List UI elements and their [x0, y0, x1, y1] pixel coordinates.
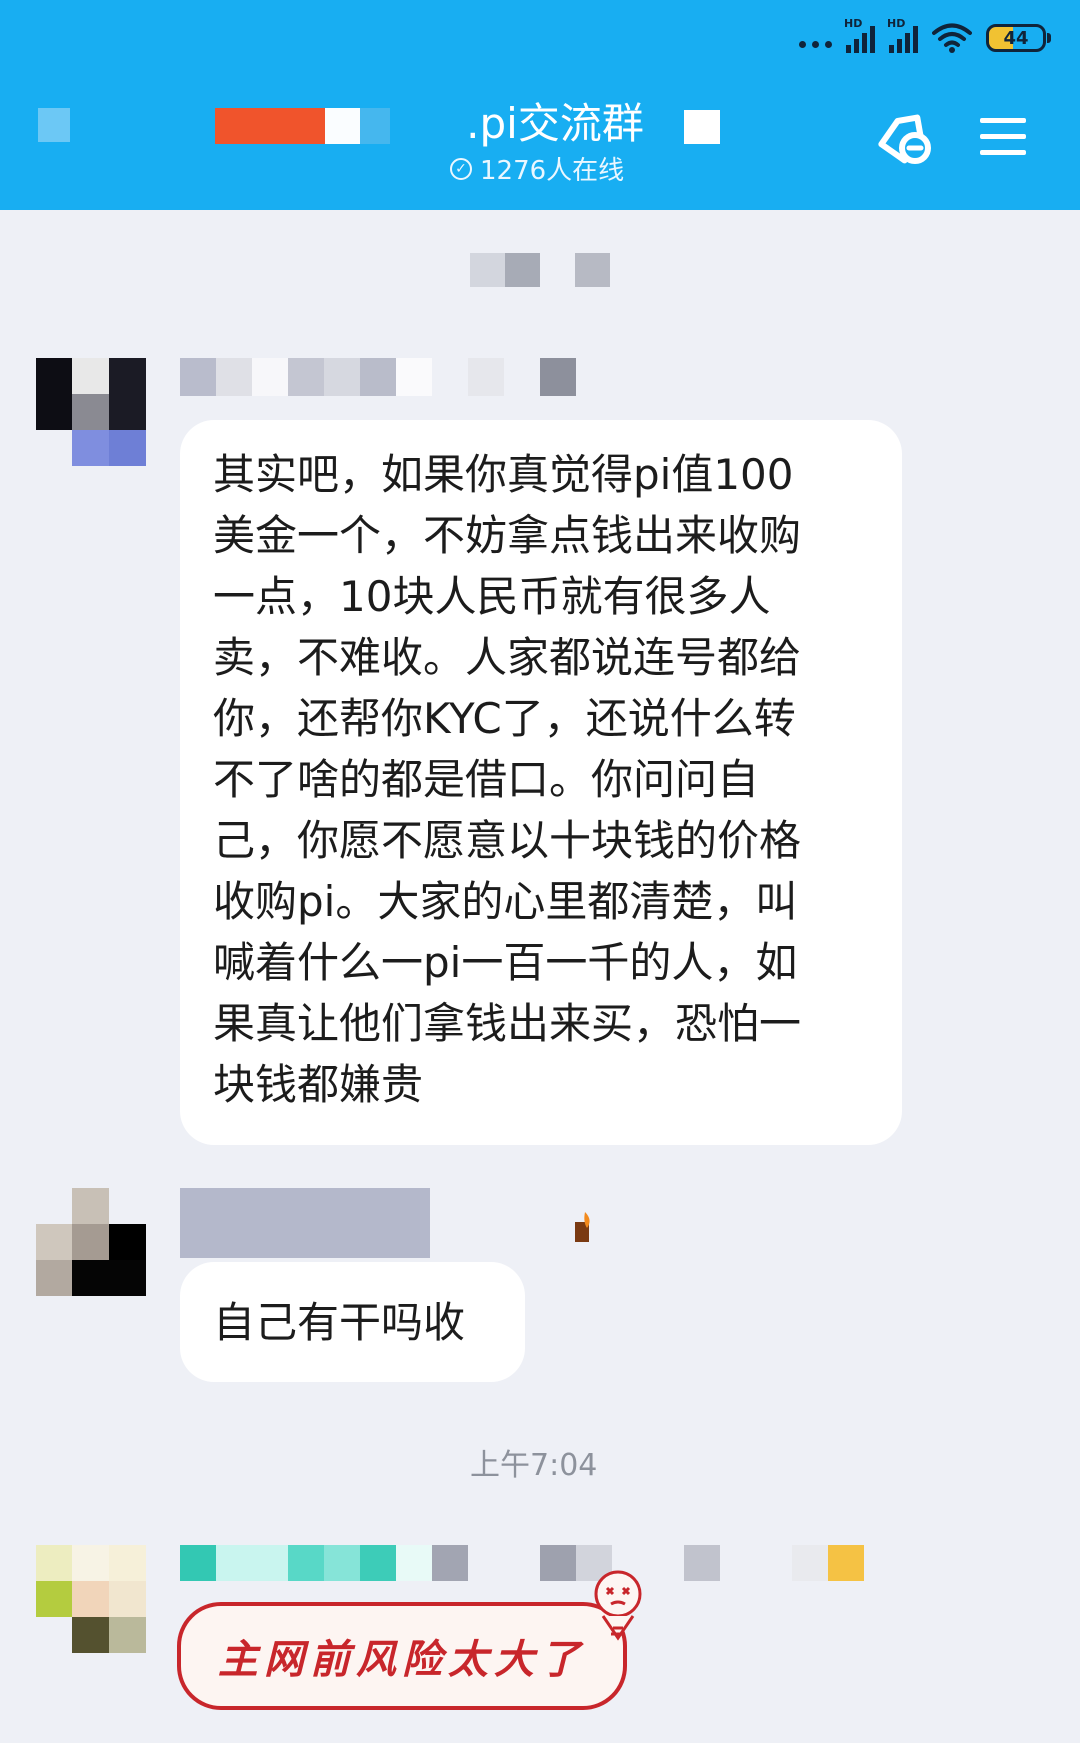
sender-name-redacted — [180, 1188, 430, 1258]
chat-header: HD HD 44 .pi交流群 ✓ 1276人在线 — [0, 0, 1080, 210]
check-circle-icon: ✓ — [450, 157, 472, 180]
message-line: 己，你愿不愿意以十块钱的价格 — [213, 816, 802, 865]
back-button-redacted[interactable] — [38, 108, 70, 142]
hamburger-menu-icon — [980, 118, 1026, 155]
signal-icon: HD — [844, 17, 875, 53]
message-bubble[interactable]: 自己有干吗收 — [180, 1262, 525, 1382]
message-line: 美金一个，不妨拿点钱出来收购 — [213, 511, 802, 560]
message-line: 你，还帮你KYC了，还说什么转 — [213, 694, 796, 743]
badge-icon — [575, 1212, 593, 1242]
message-line: 块钱都嫌贵 — [213, 1060, 424, 1109]
redacted-block — [325, 108, 360, 144]
time-divider: 上午7:04 — [470, 1448, 598, 1483]
avatar[interactable] — [36, 1188, 146, 1298]
message-line: 喊着什么一pi一百一千的人，如 — [213, 938, 798, 987]
redacted-block — [360, 108, 390, 144]
message-line: 卖，不难收。人家都说连号都给 — [213, 633, 802, 682]
message-text: 其实吧，如果你真觉得pi值100 美金一个，不妨拿点钱出来收购 一点，10块人民… — [213, 444, 902, 1115]
redacted-divider — [575, 253, 610, 287]
redacted-block — [215, 108, 325, 144]
group-title: .pi交流群 — [466, 99, 644, 148]
message-line: 收购pi。大家的心里都清楚，叫 — [213, 877, 798, 926]
battery-icon: 44 — [986, 24, 1051, 52]
avatar[interactable] — [36, 358, 146, 468]
wifi-icon — [932, 23, 972, 53]
redacted-divider — [470, 253, 505, 287]
mascot-icon — [594, 1570, 642, 1641]
message-line: 不了啥的都是借口。你问问自 — [213, 755, 760, 804]
message-line: 一点，10块人民币就有很多人 — [213, 572, 771, 621]
message-line: 果真让他们拿钱出来买，恐怕一 — [213, 999, 802, 1048]
battery-level: 44 — [1003, 27, 1029, 49]
redacted-divider — [505, 253, 540, 287]
avatar[interactable] — [36, 1545, 146, 1655]
redacted-block — [684, 110, 720, 144]
online-status: ✓ 1276人在线 — [450, 150, 624, 187]
status-bar: HD HD 44 — [799, 17, 1051, 58]
tag-link-icon — [878, 114, 931, 164]
more-dots-icon — [799, 28, 832, 48]
sticker-message[interactable]: 主网前风险太大了 — [177, 1570, 642, 1710]
online-count: 1276人在线 — [480, 156, 625, 186]
message-text: 自己有干吗收 — [213, 1298, 466, 1347]
shortcut-button[interactable] — [870, 105, 940, 175]
menu-button[interactable] — [975, 108, 1031, 164]
signal-icon-2: HD — [887, 17, 918, 53]
network-type-label-2: HD — [887, 17, 906, 30]
message-line: 其实吧，如果你真觉得pi值100 — [213, 450, 794, 499]
message-bubble[interactable]: 其实吧，如果你真觉得pi值100 美金一个，不妨拿点钱出来收购 一点，10块人民… — [180, 420, 902, 1145]
sticker-text: 主网前风险太大了 — [218, 1636, 586, 1683]
sender-name-redacted — [180, 1545, 880, 1583]
sender-name-redacted — [180, 358, 580, 396]
network-type-label: HD — [844, 17, 863, 30]
